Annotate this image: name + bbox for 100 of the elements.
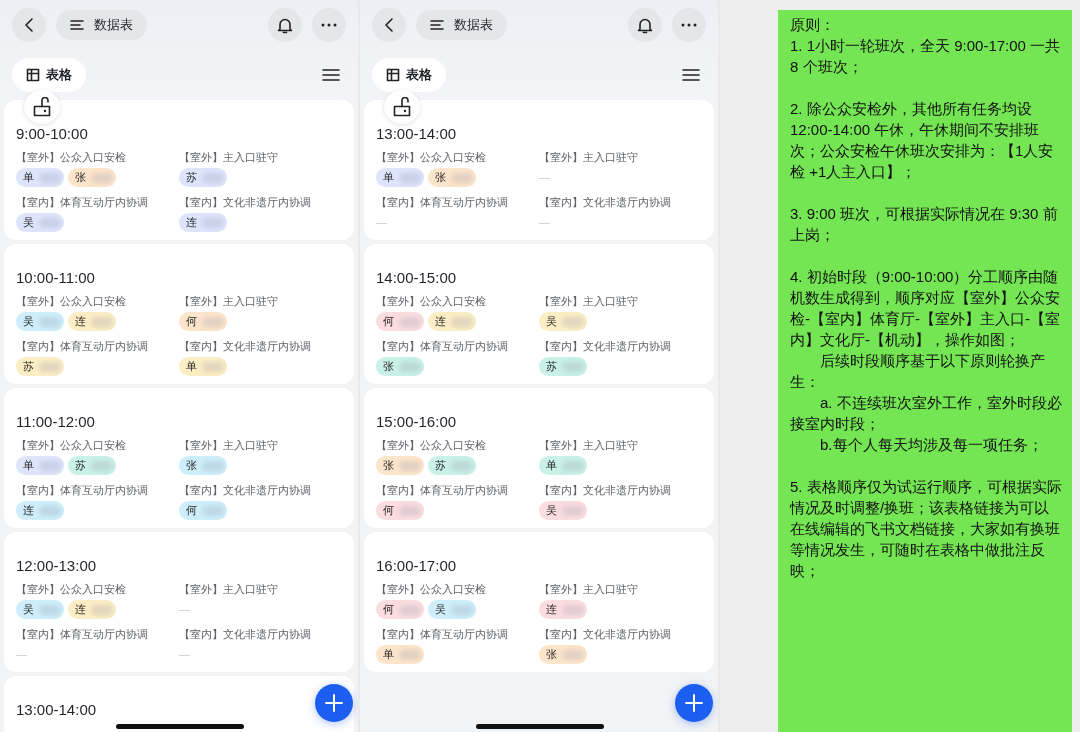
person-tag: 吴 — [16, 600, 64, 619]
person-tag: 单 — [16, 456, 64, 475]
field-label: 【室外】公众入口安检 — [16, 150, 127, 165]
field-label: 【室外】主入口驻守 — [179, 582, 279, 597]
time-slot-title: 13:00-14:00 — [16, 700, 97, 720]
field-label: 【室外】公众入口安检 — [16, 438, 127, 453]
view-tab[interactable]: 表格 — [12, 58, 86, 92]
person-tag: 何 — [376, 501, 424, 520]
time-slot-title: 9:00-10:00 — [16, 124, 88, 144]
bell-icon — [637, 16, 653, 34]
message-text: 3. 9:00 班次，可根据实际情况在 9:30 前上岗； — [790, 204, 1059, 245]
person-tag: 何 — [179, 312, 227, 331]
table-title-button[interactable]: 数据表 — [56, 10, 147, 40]
person-tag: 吴 — [539, 501, 587, 520]
person-tag: 连 — [68, 600, 116, 619]
view-tab[interactable]: 表格 — [372, 58, 446, 92]
field-label: 【室内】文化非遗厅内协调 — [539, 195, 672, 210]
lock-icon — [33, 97, 51, 117]
more-icon — [681, 23, 697, 27]
notification-button[interactable] — [268, 8, 302, 42]
empty-value: — — [539, 215, 550, 230]
person-tag: 张 — [376, 357, 424, 376]
empty-value: — — [179, 602, 190, 617]
person-tag: 连 — [179, 213, 227, 232]
add-button[interactable] — [675, 684, 713, 722]
back-button[interactable] — [372, 8, 406, 42]
back-icon — [24, 17, 34, 33]
person-tag: 张 — [428, 168, 476, 187]
person-tag: 单 — [376, 168, 424, 187]
person-tag: 吴 — [539, 312, 587, 331]
field-label: 【室外】主入口驻守 — [539, 294, 639, 309]
field-label: 【室内】文化非遗厅内协调 — [539, 627, 672, 642]
field-label: 【室外】公众入口安检 — [376, 438, 487, 453]
back-button[interactable] — [12, 8, 46, 42]
person-tag: 吴 — [428, 600, 476, 619]
field-label: 【室内】体育互动厅内协调 — [376, 195, 509, 210]
person-tag: 连 — [68, 312, 116, 331]
person-tag: 何 — [376, 600, 424, 619]
list-icon — [70, 19, 84, 31]
field-label: 【室内】文化非遗厅内协调 — [179, 627, 312, 642]
menu-icon[interactable] — [322, 68, 340, 82]
person-tag: 苏 — [428, 456, 476, 475]
person-tag: 苏 — [179, 168, 227, 187]
empty-value: — — [16, 647, 27, 662]
time-slot-title: 15:00-16:00 — [376, 412, 457, 432]
person-tag: 何 — [376, 312, 424, 331]
list-icon — [430, 19, 444, 31]
field-label: 【室外】公众入口安检 — [16, 294, 127, 309]
field-label: 【室内】体育互动厅内协调 — [16, 627, 149, 642]
time-slot-title: 14:00-15:00 — [376, 268, 457, 288]
empty-value: — — [179, 647, 190, 662]
person-tag: 单 — [16, 168, 64, 187]
table-icon — [386, 68, 400, 82]
person-tag: 张 — [68, 168, 116, 187]
message-text: 4. 初始时段（9:00-10:00）分工顺序由随机数生成得到，顺序对应【室外】公众安检-【室内】体育厅-【室外】主入口-【室内】文化厅-【机动】，操作如图； — [790, 267, 1061, 350]
notification-button[interactable] — [628, 8, 662, 42]
field-label: 【室内】体育互动厅内协调 — [16, 483, 149, 498]
menu-icon[interactable] — [682, 68, 700, 82]
person-tag: 张 — [376, 456, 424, 475]
person-tag: 连 — [539, 600, 587, 619]
message-text: 1. 1小时一轮班次，全天 9:00-17:00 一共 8 个班次； — [790, 36, 1062, 77]
message-text: 2. 除公众安检外，其他所有任务均设 12:00-14:00 午休，午休期间不安排班次；公众安检午休班次安排为：【1人安检 +1人主入口】； — [790, 99, 1055, 182]
field-label: 【室外】主入口驻守 — [539, 438, 639, 453]
field-label: 【室内】文化非遗厅内协调 — [179, 195, 312, 210]
field-label: 【室外】主入口驻守 — [539, 582, 639, 597]
person-tag: 吴 — [16, 213, 64, 232]
field-label: 【室外】公众入口安检 — [376, 150, 487, 165]
field-label: 【室外】公众入口安检 — [376, 294, 487, 309]
empty-value: — — [539, 170, 550, 185]
table-title-button[interactable]: 数据表 — [416, 10, 507, 40]
person-tag: 连 — [16, 501, 64, 520]
field-label: 【室外】主入口驻守 — [179, 438, 279, 453]
plus-icon — [325, 694, 343, 712]
bell-icon — [277, 16, 293, 34]
person-tag: 连 — [428, 312, 476, 331]
person-tag: 何 — [179, 501, 227, 520]
plus-icon — [685, 694, 703, 712]
person-tag: 苏 — [539, 357, 587, 376]
person-tag: 单 — [179, 357, 227, 376]
time-slot-title: 13:00-14:00 — [376, 124, 457, 144]
empty-value: — — [376, 215, 387, 230]
field-label: 【室内】体育互动厅内协调 — [16, 195, 149, 210]
time-slot-title: 10:00-11:00 — [16, 268, 95, 288]
field-label: 【室外】主入口驻守 — [179, 294, 279, 309]
time-slot-title: 16:00-17:00 — [376, 556, 457, 576]
time-slot-title: 11:00-12:00 — [16, 412, 95, 432]
field-label: 【室内】文化非遗厅内协调 — [539, 339, 672, 354]
person-tag: 吴 — [16, 312, 64, 331]
field-label: 【室内】文化非遗厅内协调 — [179, 483, 312, 498]
time-slot-title: 12:00-13:00 — [16, 556, 97, 576]
field-label: 【室内】文化非遗厅内协调 — [179, 339, 312, 354]
more-icon — [321, 23, 337, 27]
field-label: 【室外】主入口驻守 — [539, 150, 639, 165]
person-tag: 苏 — [68, 456, 116, 475]
person-tag: 苏 — [16, 357, 64, 376]
field-label: 【室内】体育互动厅内协调 — [376, 627, 509, 642]
field-label: 【室内】体育互动厅内协调 — [376, 483, 509, 498]
field-label: 【室内】体育互动厅内协调 — [16, 339, 149, 354]
field-label: 【室内】文化非遗厅内协调 — [539, 483, 672, 498]
message-text: b.每个人每天均涉及每一项任务； — [819, 435, 1044, 455]
